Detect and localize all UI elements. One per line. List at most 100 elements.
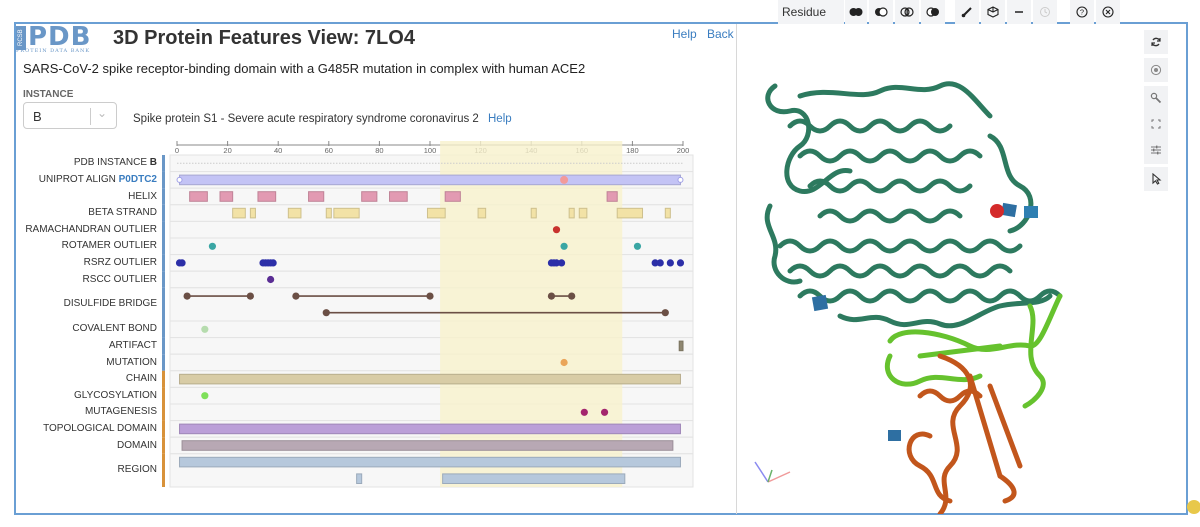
feature-block[interactable]	[181, 440, 674, 451]
align-end-marker	[176, 176, 183, 183]
feature-block[interactable]	[232, 207, 246, 219]
feature-block[interactable]	[249, 207, 256, 219]
feature-block[interactable]	[361, 191, 378, 202]
feature-block[interactable]	[568, 207, 575, 219]
side-toolbar-tools	[1144, 86, 1168, 164]
feature-block[interactable]	[308, 191, 325, 202]
feature-point[interactable]	[676, 259, 685, 267]
bond-endpoint[interactable]	[547, 292, 556, 300]
union-icon	[849, 8, 863, 16]
axis-tick-label: 40	[274, 146, 282, 155]
feature-point[interactable]	[560, 358, 568, 367]
union-button[interactable]	[845, 0, 867, 24]
feature-point[interactable]	[580, 408, 588, 416]
track-group-indicator	[162, 354, 165, 371]
track-label-text: UNIPROT ALIGN	[38, 173, 119, 185]
track-label-text: DISULFIDE BRIDGE	[63, 298, 157, 310]
track-label: MUTAGENESIS	[0, 406, 157, 417]
track-label: RSRZ OUTLIER	[0, 257, 157, 268]
track-label: TOPOLOGICAL DOMAIN	[0, 423, 157, 434]
feature-block[interactable]	[664, 207, 671, 219]
bond-endpoint[interactable]	[292, 292, 300, 300]
feature-block[interactable]	[189, 191, 208, 202]
feature-block[interactable]	[179, 456, 681, 468]
close-button[interactable]	[1096, 0, 1120, 24]
track-label-text: MUTATION	[106, 356, 157, 368]
screenshot-button[interactable]	[1144, 58, 1168, 82]
feature-point[interactable]	[656, 259, 664, 267]
feature-point[interactable]	[269, 259, 277, 267]
feature-point[interactable]	[666, 259, 674, 267]
track-label: COVALENT BOND	[0, 323, 157, 334]
track-label-text: PDB INSTANCE	[73, 157, 150, 169]
feature-block[interactable]	[257, 191, 277, 202]
wrench-icon	[1150, 92, 1162, 104]
track-label: ROTAMER OUTLIER	[0, 240, 157, 251]
feature-block[interactable]	[477, 207, 487, 219]
track-label-text: COVALENT BOND	[72, 323, 157, 335]
feature-point[interactable]	[201, 392, 209, 400]
feature-block[interactable]	[287, 207, 302, 219]
feature-block[interactable]	[179, 373, 681, 385]
feature-block[interactable]	[356, 473, 363, 484]
panel-divider[interactable]	[736, 24, 737, 514]
track-label: HELIX	[0, 191, 157, 202]
feature-block[interactable]	[219, 191, 234, 202]
bond-endpoint[interactable]	[426, 292, 434, 300]
subtract-button[interactable]	[869, 0, 893, 24]
feature-point[interactable]	[560, 242, 568, 250]
settings-button[interactable]	[1144, 86, 1168, 110]
feature-point[interactable]	[552, 226, 561, 234]
expand-button[interactable]	[1144, 112, 1168, 136]
reset-camera-button[interactable]	[1144, 30, 1168, 54]
expand-icon	[1151, 119, 1161, 129]
feature-point[interactable]	[201, 325, 209, 333]
bond-endpoint[interactable]	[568, 292, 576, 300]
structure-button[interactable]	[981, 0, 1005, 24]
feature-point[interactable]	[208, 242, 217, 250]
track-label-text: TOPOLOGICAL DOMAIN	[43, 422, 157, 434]
feature-point[interactable]	[178, 259, 186, 267]
track-label: PDB INSTANCE B	[0, 157, 157, 168]
feature-point[interactable]	[600, 408, 609, 416]
selection-mode-button[interactable]: Residue	[778, 0, 844, 24]
feature-block[interactable]	[426, 207, 446, 219]
feature-block[interactable]	[442, 473, 626, 484]
intersect-button[interactable]	[895, 0, 919, 24]
controls-button[interactable]	[1144, 138, 1168, 162]
feature-block[interactable]	[678, 340, 684, 352]
feature-point[interactable]	[557, 259, 566, 267]
feature-block[interactable]	[606, 191, 618, 202]
feature-point[interactable]	[267, 275, 275, 284]
feature-block[interactable]	[179, 174, 681, 186]
track-group-indicator	[162, 437, 165, 454]
feature-block[interactable]	[444, 191, 461, 202]
selection-mode-toggle[interactable]	[1144, 167, 1168, 191]
history-icon	[1040, 7, 1050, 17]
uniprot-accession-link[interactable]: P0DTC2	[119, 174, 157, 185]
molecule-3d-canvas[interactable]	[740, 56, 1140, 514]
brush-button[interactable]	[955, 0, 979, 24]
feature-block[interactable]	[325, 207, 332, 219]
help-button[interactable]: ?	[1070, 0, 1094, 24]
axis-tick-label: 0	[175, 146, 179, 155]
feature-block[interactable]	[578, 207, 588, 219]
feature-block[interactable]	[333, 207, 360, 219]
track-label-text: BETA STRAND	[88, 207, 157, 219]
track-group-indicator	[162, 221, 165, 238]
bond-endpoint[interactable]	[322, 309, 330, 317]
feature-block[interactable]	[530, 207, 537, 219]
feature-point[interactable]	[560, 175, 569, 184]
bond-endpoint[interactable]	[661, 309, 669, 317]
feature-block[interactable]	[389, 191, 408, 202]
history-button[interactable]	[1033, 0, 1057, 24]
bond-endpoint[interactable]	[183, 292, 191, 300]
feature-block[interactable]	[179, 423, 681, 435]
bond-endpoint[interactable]	[246, 292, 254, 300]
feature-block[interactable]	[616, 207, 644, 219]
deselect-button[interactable]	[1007, 0, 1031, 24]
set-button[interactable]	[921, 0, 945, 24]
cube-icon	[987, 6, 999, 18]
screenshot-icon	[1150, 64, 1162, 76]
feature-point[interactable]	[633, 242, 642, 250]
